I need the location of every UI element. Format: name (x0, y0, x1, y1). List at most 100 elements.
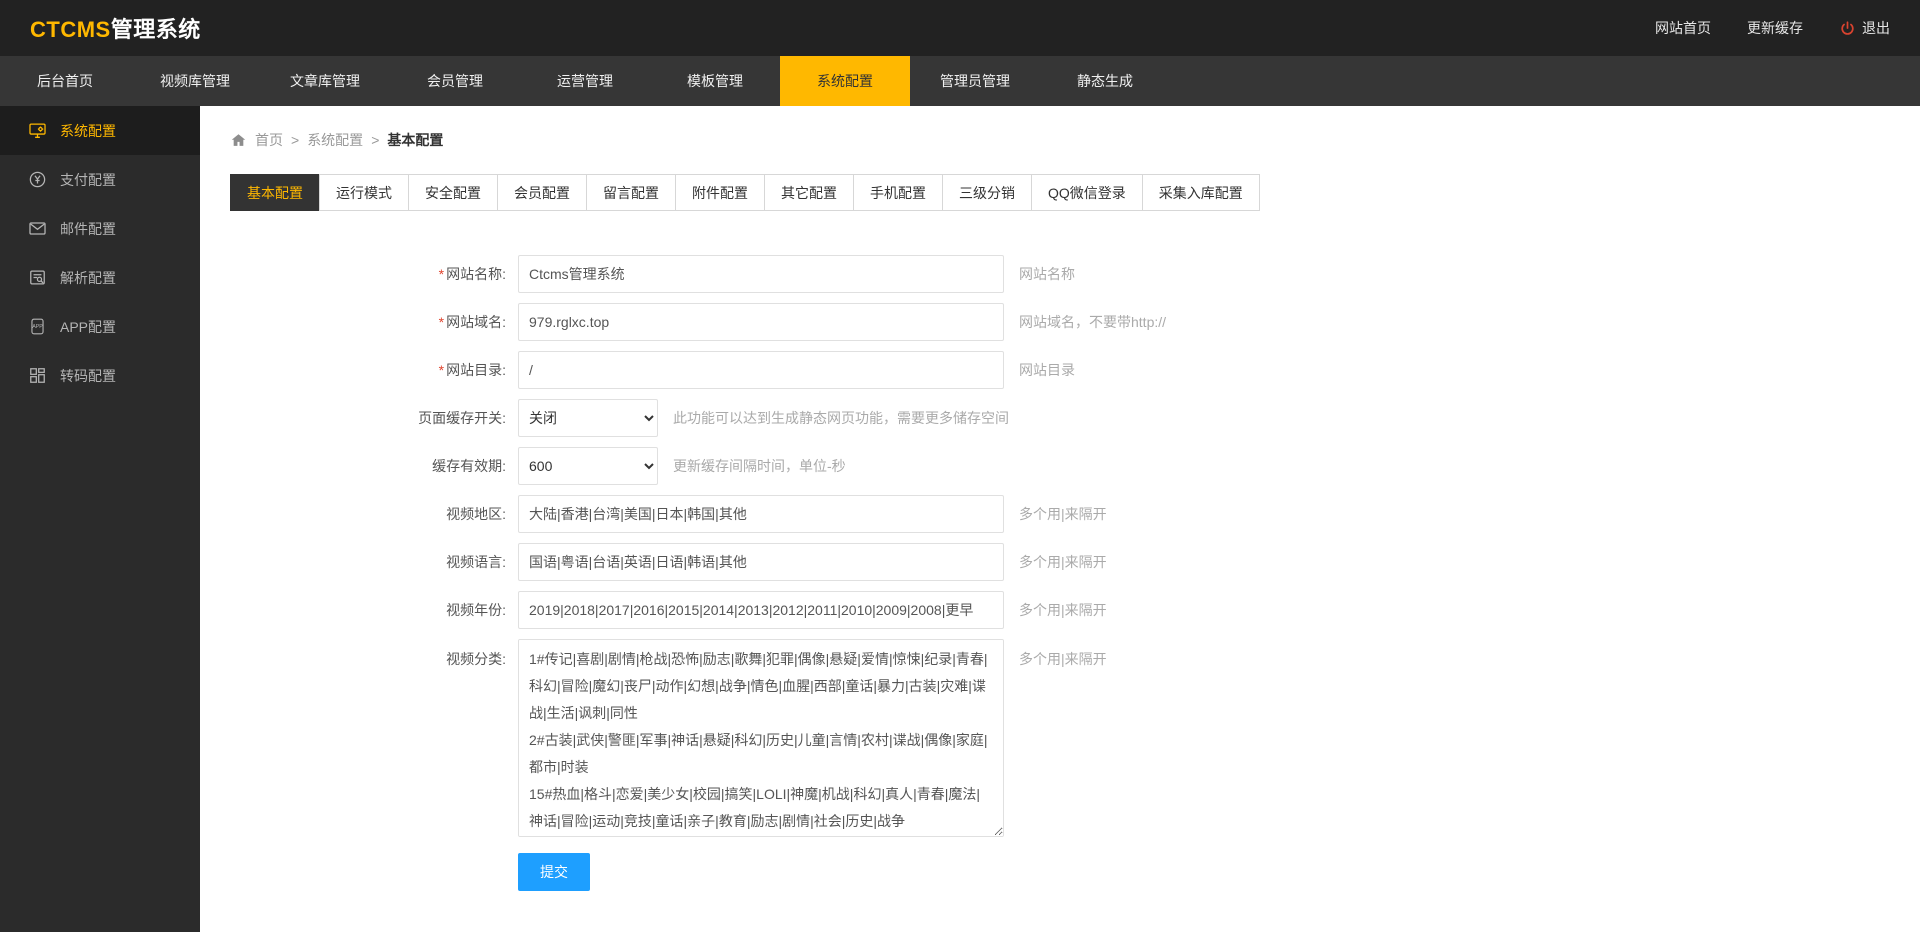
tab-4[interactable]: 留言配置 (586, 174, 676, 211)
svg-text:APP: APP (32, 324, 43, 330)
field-label-text: 网站域名: (446, 314, 506, 330)
sidebar-item-label: APP配置 (60, 317, 116, 337)
tab-6[interactable]: 其它配置 (764, 174, 854, 211)
required-mark: * (439, 266, 444, 282)
form-row-site-domain: *网站域名: 网站域名，不要带http:// (230, 303, 1890, 341)
field-label-text: 视频地区: (446, 506, 506, 522)
nav-item-4[interactable]: 运营管理 (520, 56, 650, 106)
form-row-site-name: *网站名称:网站名称 (230, 255, 1890, 293)
sidebar-item-mail-config[interactable]: 邮件配置 (0, 204, 200, 253)
tab-9[interactable]: QQ微信登录 (1031, 174, 1143, 211)
page-cache-switch-select[interactable]: 关闭 (518, 399, 658, 437)
field-hint-video-year: 多个用|来隔开 (1019, 600, 1107, 620)
mail-icon (28, 219, 47, 238)
nav-item-1[interactable]: 视频库管理 (130, 56, 260, 106)
field-label-video-year: 视频年份: (230, 600, 518, 620)
field-label-site-name: *网站名称: (230, 264, 518, 284)
field-label-text: 缓存有效期: (432, 458, 506, 474)
submit-row: 提交 (518, 853, 1890, 891)
app-icon: APP (28, 317, 47, 336)
sidebar-item-system-config[interactable]: 系统配置 (0, 106, 200, 155)
header-link-logout[interactable]: 退出 (1839, 18, 1890, 38)
header-link-label: 更新缓存 (1747, 18, 1803, 38)
breadcrumb: 首页>系统配置>基本配置 (230, 130, 1890, 150)
tab-2[interactable]: 安全配置 (408, 174, 498, 211)
power-icon (1839, 20, 1856, 37)
video-year-input[interactable] (518, 591, 1004, 629)
tab-8[interactable]: 三级分销 (942, 174, 1032, 211)
sidebar: 系统配置支付配置邮件配置解析配置 APP APP配置转码配置 (0, 106, 200, 932)
brand-rest: 管理系统 (111, 17, 201, 42)
transcode-icon (28, 366, 47, 385)
brand-highlight: CTCMS (30, 17, 111, 42)
field-hint-video-region: 多个用|来隔开 (1019, 504, 1107, 524)
header-link-refresh-cache[interactable]: 更新缓存 (1747, 18, 1803, 38)
monitor-gear-icon (28, 121, 47, 140)
video-language-input[interactable] (518, 543, 1004, 581)
tab-10[interactable]: 采集入库配置 (1142, 174, 1260, 211)
field-label-text: 视频年份: (446, 602, 506, 618)
basic-config-form: *网站名称:网站名称*网站域名:网站域名，不要带http://*网站目录:网站目… (230, 255, 1890, 891)
tab-0[interactable]: 基本配置 (230, 174, 320, 211)
site-dir-input[interactable] (518, 351, 1004, 389)
form-row-site-dir: *网站目录: 网站目录 (230, 351, 1890, 389)
submit-button[interactable]: 提交 (518, 853, 590, 891)
cache-expire-select[interactable]: 600 (518, 447, 658, 485)
site-name-input[interactable] (518, 255, 1004, 293)
field-label-video-region: 视频地区: (230, 504, 518, 524)
form-row-video-year: 视频年份: 多个用|来隔开 (230, 591, 1890, 629)
form-row-video-language: 视频语言: 多个用|来隔开 (230, 543, 1890, 581)
breadcrumb-item-2: 基本配置 (387, 130, 443, 150)
tab-3[interactable]: 会员配置 (497, 174, 587, 211)
nav-item-0[interactable]: 后台首页 (0, 56, 130, 106)
required-mark: * (439, 314, 444, 330)
form-row-page-cache-switch: 页面缓存开关:关闭此功能可以达到生成静态网页功能，需要更多储存空间 (230, 399, 1890, 437)
breadcrumb-item-0[interactable]: 首页 (255, 130, 283, 150)
parse-icon (28, 268, 47, 287)
nav-item-8[interactable]: 静态生成 (1040, 56, 1170, 106)
field-label-cache-expire: 缓存有效期: (230, 456, 518, 476)
required-mark: * (439, 362, 444, 378)
header-links: 网站首页 更新缓存 退出 (1655, 18, 1890, 38)
site-domain-input[interactable] (518, 303, 1004, 341)
field-hint-site-dir: 网站目录 (1019, 360, 1075, 380)
nav-item-7[interactable]: 管理员管理 (910, 56, 1040, 106)
sidebar-item-label: 邮件配置 (60, 219, 116, 239)
form-row-video-region: 视频地区: 多个用|来隔开 (230, 495, 1890, 533)
tab-5[interactable]: 附件配置 (675, 174, 765, 211)
tab-7[interactable]: 手机配置 (853, 174, 943, 211)
sidebar-item-parse-config[interactable]: 解析配置 (0, 253, 200, 302)
field-label-site-dir: *网站目录: (230, 360, 518, 380)
home-icon (230, 132, 247, 149)
field-label-video-category: 视频分类: (230, 639, 518, 669)
field-label-site-domain: *网站域名: (230, 312, 518, 332)
brand-logo: CTCMS管理系统 (30, 12, 201, 44)
breadcrumb-separator: > (291, 132, 299, 148)
sidebar-item-label: 系统配置 (60, 121, 116, 141)
field-label-text: 视频分类: (446, 651, 506, 667)
nav-item-2[interactable]: 文章库管理 (260, 56, 390, 106)
nav-item-3[interactable]: 会员管理 (390, 56, 520, 106)
field-hint-video-language: 多个用|来隔开 (1019, 552, 1107, 572)
field-hint-cache-expire: 更新缓存间隔时间，单位-秒 (673, 456, 846, 476)
sidebar-item-transcode-config[interactable]: 转码配置 (0, 351, 200, 400)
field-hint-page-cache-switch: 此功能可以达到生成静态网页功能，需要更多储存空间 (673, 408, 1009, 428)
main-content: 首页>系统配置>基本配置 基本配置运行模式安全配置会员配置留言配置附件配置其它配… (200, 106, 1920, 932)
nav-item-5[interactable]: 模板管理 (650, 56, 780, 106)
sidebar-item-label: 解析配置 (60, 268, 116, 288)
top-header: CTCMS管理系统 网站首页 更新缓存 退出 (0, 0, 1920, 56)
field-label-video-language: 视频语言: (230, 552, 518, 572)
config-tabs: 基本配置运行模式安全配置会员配置留言配置附件配置其它配置手机配置三级分销QQ微信… (230, 174, 1890, 211)
sidebar-item-app-config[interactable]: APP APP配置 (0, 302, 200, 351)
video-region-input[interactable] (518, 495, 1004, 533)
nav-item-6[interactable]: 系统配置 (780, 56, 910, 106)
main-nav: 后台首页视频库管理文章库管理会员管理运营管理模板管理系统配置管理员管理静态生成 (0, 56, 1920, 106)
video-category-textarea[interactable]: 1#传记|喜剧|剧情|枪战|恐怖|励志|歌舞|犯罪|偶像|悬疑|爱情|惊悚|纪录… (518, 639, 1004, 837)
header-link-site-home[interactable]: 网站首页 (1655, 18, 1711, 38)
field-hint-site-domain: 网站域名，不要带http:// (1019, 312, 1166, 332)
sidebar-item-payment-config[interactable]: 支付配置 (0, 155, 200, 204)
header-link-label: 网站首页 (1655, 18, 1711, 38)
breadcrumb-item-1[interactable]: 系统配置 (307, 130, 363, 150)
tab-1[interactable]: 运行模式 (319, 174, 409, 211)
field-label-text: 网站目录: (446, 362, 506, 378)
